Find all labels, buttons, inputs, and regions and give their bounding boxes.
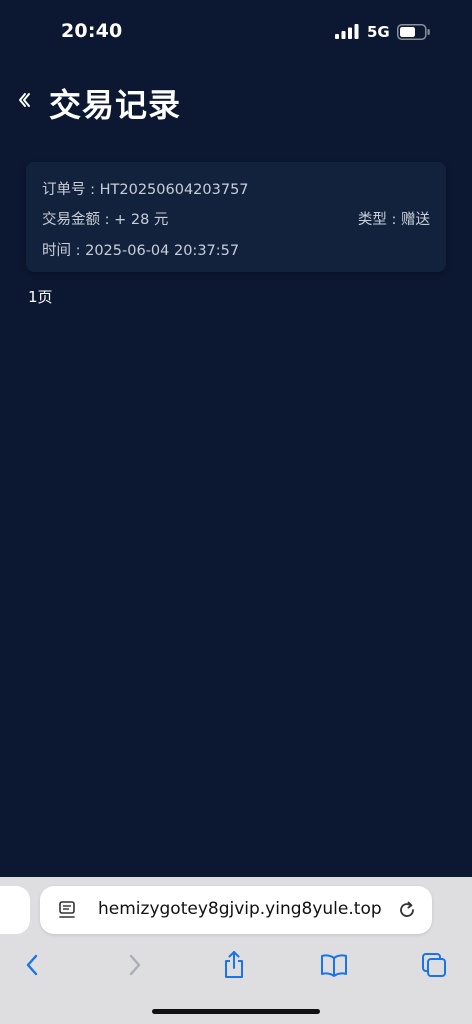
status-time: 20:40 <box>61 20 123 42</box>
reload-icon[interactable] <box>396 899 418 921</box>
home-indicator <box>152 1009 320 1014</box>
browser-forward-button[interactable] <box>119 949 151 981</box>
transaction-record-card: 订单号 : HT20250604203757 交易金额 : + 28 元 类型 … <box>26 162 446 272</box>
page-menu-icon[interactable] <box>58 900 78 920</box>
back-button[interactable] <box>10 86 38 114</box>
bookmarks-button[interactable] <box>318 949 350 981</box>
transaction-time: 时间 : 2025-06-04 20:37:57 <box>42 243 240 259</box>
battery-icon <box>397 24 430 40</box>
share-button[interactable] <box>218 949 250 981</box>
address-bar[interactable]: hemizygotey8gjvip.ying8yule.top <box>40 886 432 934</box>
transaction-amount: 交易金额 : + 28 元 <box>42 212 169 228</box>
app-screen: 20:40 5G 交易记录 订单号 : HT20250604203757 交易金… <box>0 0 472 1024</box>
header: 交易记录 <box>0 76 472 128</box>
book-icon <box>321 954 347 977</box>
browser-toolbar <box>0 945 472 985</box>
network-label: 5G <box>367 23 390 41</box>
order-number: 订单号 : HT20250604203757 <box>42 182 249 198</box>
url-text[interactable]: hemizygotey8gjvip.ying8yule.top <box>98 899 382 919</box>
page-indicator: 1页 <box>28 288 53 306</box>
previous-tab-preview[interactable] <box>0 886 30 934</box>
chevron-left-icon <box>26 954 38 976</box>
page-title: 交易记录 <box>49 86 182 124</box>
tabs-icon <box>422 953 446 977</box>
share-icon <box>225 951 243 978</box>
signal-icon <box>335 24 359 39</box>
transaction-type: 类型 : 赠送 <box>357 212 430 228</box>
browser-bottom-bar: hemizygotey8gjvip.ying8yule.top <box>0 877 472 1024</box>
status-bar: 20:40 5G <box>0 0 472 64</box>
tabs-button[interactable] <box>418 949 450 981</box>
chevron-left-icon <box>19 93 30 107</box>
browser-back-button[interactable] <box>16 949 48 981</box>
chevron-right-icon <box>129 954 141 976</box>
